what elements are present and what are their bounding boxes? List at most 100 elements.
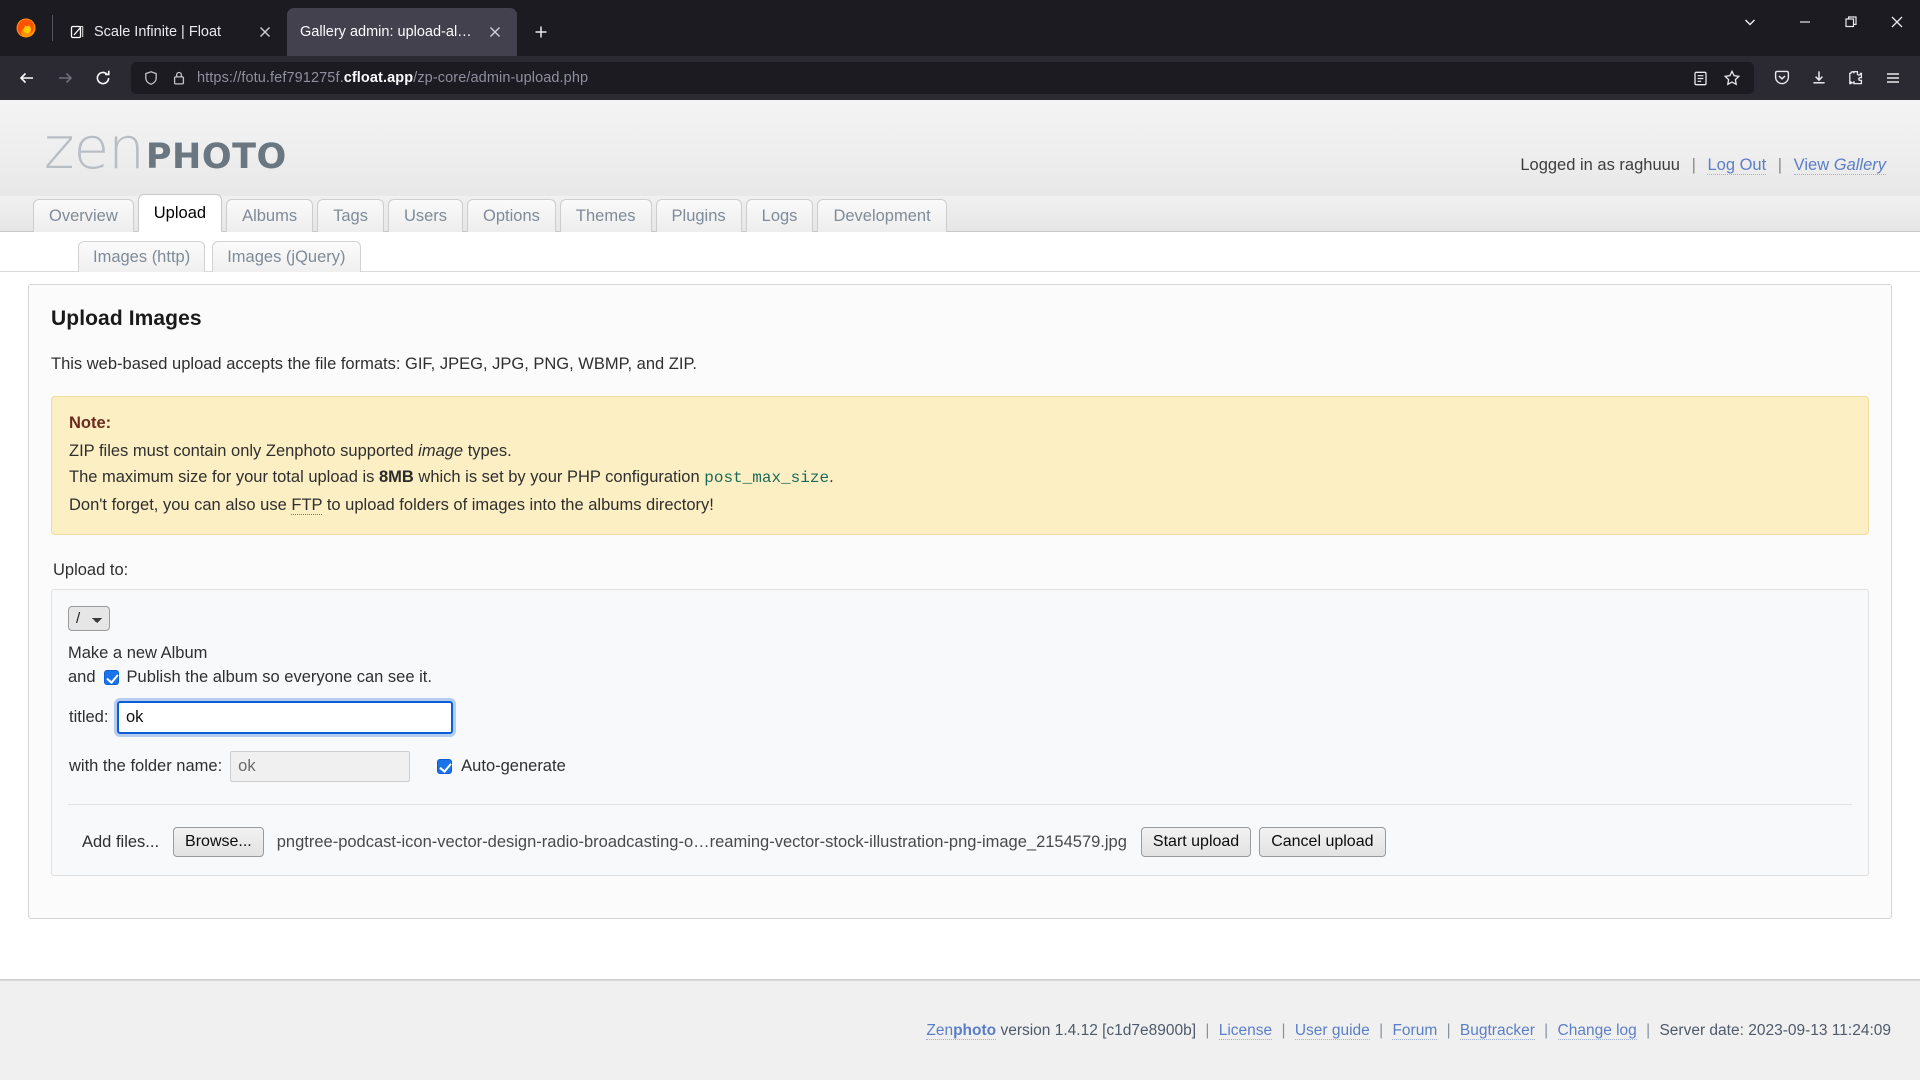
tab-title: Scale Infinite | Float xyxy=(94,24,222,40)
reload-icon[interactable] xyxy=(85,62,121,94)
separator: | xyxy=(1205,1022,1210,1040)
page-footer: Zenphoto version 1.4.12 [c1d7e8900b] | L… xyxy=(0,979,1920,1080)
pocket-icon[interactable] xyxy=(1764,62,1800,94)
album-select[interactable]: / xyxy=(68,606,110,632)
zenphoto-logo[interactable]: zen PHOTO xyxy=(44,114,287,182)
tab-title: Gallery admin: upload-albums xyxy=(300,24,475,40)
browser-tab-1[interactable]: Scale Infinite | Float xyxy=(55,8,287,56)
download-icon[interactable] xyxy=(1801,62,1837,94)
autogenerate-row: Auto-generate xyxy=(437,757,566,776)
content-area: Upload Images This web-based upload acce… xyxy=(0,272,1920,920)
tab-options[interactable]: Options xyxy=(467,199,556,232)
browser-chrome: Scale Infinite | Float Gallery admin: up… xyxy=(0,0,1920,100)
page-viewport: zen PHOTO Logged in as raghuuu | Log Out… xyxy=(0,100,1920,1080)
lock-icon[interactable] xyxy=(169,68,189,88)
publish-album-checkbox[interactable] xyxy=(103,670,119,686)
separator: | xyxy=(1646,1022,1651,1040)
note-title: Note: xyxy=(69,414,112,432)
window-controls xyxy=(1718,0,1920,44)
page-title: Upload Images xyxy=(51,307,202,330)
forum-link[interactable]: Forum xyxy=(1392,1022,1438,1041)
close-icon[interactable] xyxy=(484,21,506,43)
tab-logs[interactable]: Logs xyxy=(745,199,814,232)
license-link[interactable]: License xyxy=(1218,1022,1273,1041)
upload-panel: Upload Images This web-based upload acce… xyxy=(28,284,1892,920)
browser-tab-2[interactable]: Gallery admin: upload-albums xyxy=(287,8,517,56)
change-log-link[interactable]: Change log xyxy=(1557,1022,1637,1041)
server-date: Server date: 2023-09-13 11:24:09 xyxy=(1659,1022,1891,1040)
folder-name-input[interactable] xyxy=(230,751,411,783)
separator: | xyxy=(1281,1022,1286,1040)
and-label: and xyxy=(68,668,96,687)
autogenerate-checkbox[interactable] xyxy=(437,759,453,775)
separator: | xyxy=(1544,1022,1549,1040)
intro-text: This web-based upload accepts the file f… xyxy=(51,355,697,373)
album-title-input[interactable] xyxy=(114,698,456,738)
subtab-label: Images (jQuery) xyxy=(227,247,346,266)
tab-label: Upload xyxy=(153,203,207,222)
separator: | xyxy=(1691,156,1696,174)
panel-spacer xyxy=(51,876,1869,898)
login-status-bar: Logged in as raghuuu | Log Out | View Ga… xyxy=(1520,156,1886,175)
separator: | xyxy=(1777,156,1783,174)
ftp-link[interactable]: FTP xyxy=(291,496,323,516)
tab-plugins[interactable]: Plugins xyxy=(655,199,742,232)
note-line-2: The maximum size for your total upload i… xyxy=(69,468,834,488)
tab-list-chevron-icon[interactable] xyxy=(1718,0,1782,44)
close-icon[interactable] xyxy=(254,21,276,43)
tab-themes[interactable]: Themes xyxy=(559,199,652,232)
album-title-row: titled: xyxy=(68,698,1852,738)
add-files-row: Add files... Browse... pngtree-podcast-i… xyxy=(68,827,1852,858)
subtab-images-http[interactable]: Images (http) xyxy=(78,241,206,272)
forward-icon[interactable] xyxy=(47,62,83,94)
tab-users[interactable]: Users xyxy=(387,199,464,232)
view-gallery-link[interactable]: View Gallery xyxy=(1793,156,1886,175)
subtab-images-jquery[interactable]: Images (jQuery) xyxy=(212,241,361,272)
minimize-icon[interactable] xyxy=(1782,0,1828,44)
url-text: https://fotu.fef791275f.cfloat.app/zp-co… xyxy=(197,70,589,86)
start-upload-button[interactable]: Start upload xyxy=(1140,827,1252,858)
tab-albums[interactable]: Albums xyxy=(226,199,314,232)
note-box: Note: ZIP files must contain only Zenpho… xyxy=(51,396,1869,536)
tab-development[interactable]: Development xyxy=(817,199,947,232)
tab-overview[interactable]: Overview xyxy=(33,199,134,232)
album-target-box: / Make a new Album and Publish the album… xyxy=(51,589,1869,877)
log-out-link[interactable]: Log Out xyxy=(1707,156,1767,175)
bugtracker-link[interactable]: Bugtracker xyxy=(1459,1022,1535,1041)
bookmark-star-icon[interactable] xyxy=(1717,64,1747,92)
divider xyxy=(68,804,1852,806)
autogenerate-label: Auto-generate xyxy=(461,757,566,776)
tab-label: Themes xyxy=(575,206,636,225)
back-icon[interactable] xyxy=(9,62,45,94)
admin-sub-tabs: Images (http) Images (jQuery) xyxy=(0,232,1920,272)
extensions-icon[interactable] xyxy=(1838,62,1874,94)
selected-filename: pngtree-podcast-icon-vector-design-radio… xyxy=(276,832,1127,851)
cancel-upload-button[interactable]: Cancel upload xyxy=(1259,827,1386,858)
new-tab-button[interactable] xyxy=(524,15,558,49)
tab-label: Plugins xyxy=(671,206,726,225)
tab-upload[interactable]: Upload xyxy=(137,194,223,232)
urlbar-actions xyxy=(1685,64,1747,92)
upload-to-label: Upload to: xyxy=(53,561,129,580)
tab-label: Development xyxy=(833,206,931,225)
app-menu-icon[interactable] xyxy=(1875,62,1911,94)
tab-tags[interactable]: Tags xyxy=(317,199,384,232)
logo-photo-text: PHOTO xyxy=(145,137,287,177)
shield-icon[interactable] xyxy=(141,68,161,88)
user-guide-link[interactable]: User guide xyxy=(1294,1022,1370,1041)
url-bar[interactable]: https://fotu.fef791275f.cfloat.app/zp-co… xyxy=(131,62,1754,94)
add-files-label: Add files... xyxy=(82,832,160,851)
tab-label: Options xyxy=(483,206,540,225)
tab-label: Tags xyxy=(333,206,368,225)
upload-actions: Start upload Cancel upload xyxy=(1140,827,1386,858)
close-icon[interactable] xyxy=(1874,0,1920,44)
browse-button[interactable]: Browse... xyxy=(173,827,264,858)
zenphoto-link[interactable]: Zenphoto xyxy=(926,1022,997,1041)
subtab-label: Images (http) xyxy=(93,247,191,266)
restore-icon[interactable] xyxy=(1828,0,1874,44)
reader-view-icon[interactable] xyxy=(1685,64,1715,92)
make-new-album-label: Make a new Album xyxy=(68,644,208,663)
folder-name-row: with the folder name: Auto-generate xyxy=(68,751,1852,783)
tab-separator xyxy=(52,15,53,41)
version-text: version 1.4.12 [c1d7e8900b] xyxy=(1000,1022,1197,1040)
